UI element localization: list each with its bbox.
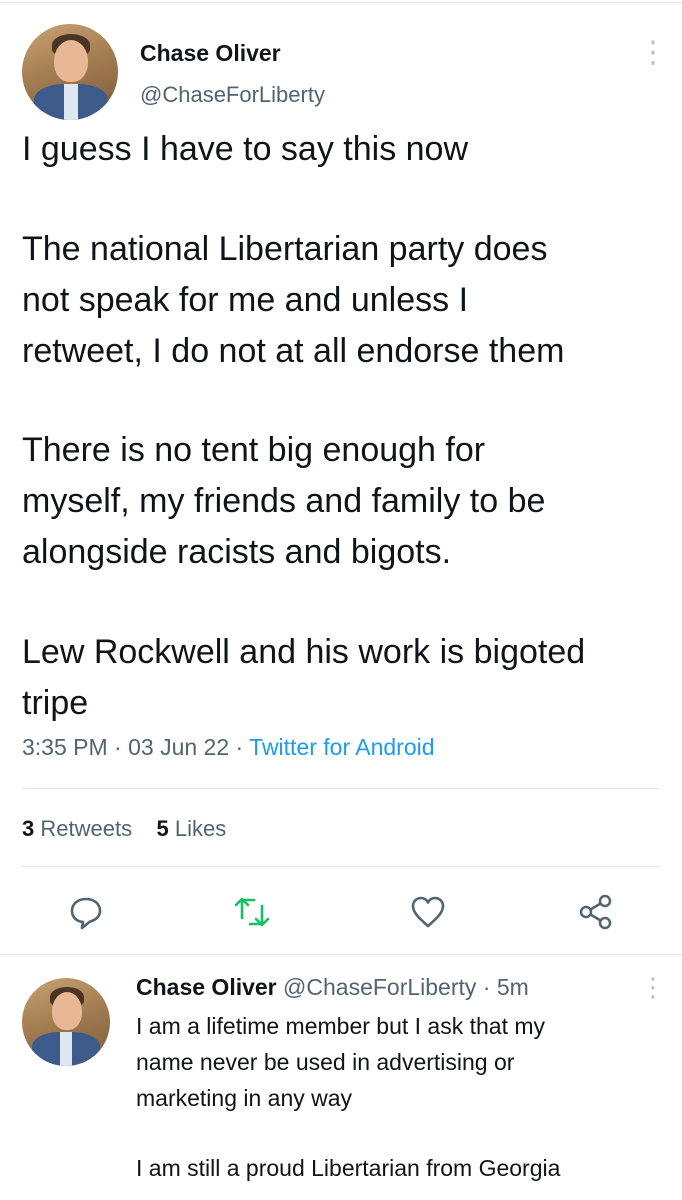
reply-more-options-icon[interactable]: ⋮ bbox=[640, 974, 666, 1000]
divider bbox=[22, 788, 660, 789]
likes-count: 5 bbox=[156, 816, 169, 841]
reply-author-handle[interactable]: @ChaseForLiberty bbox=[283, 974, 476, 1000]
like-icon bbox=[411, 896, 445, 928]
avatar[interactable] bbox=[22, 24, 118, 120]
meta-separator: · bbox=[114, 734, 129, 760]
divider bbox=[22, 866, 660, 867]
author-name[interactable]: Chase Oliver bbox=[140, 40, 281, 67]
reply-header: Chase Oliver @ChaseForLiberty · 5m bbox=[136, 974, 529, 1001]
tweet-stats: 3 Retweets 5 Likes bbox=[22, 816, 226, 842]
likes-label: Likes bbox=[174, 816, 227, 841]
tweet-text-line: retweet, I do not at all endorse them bbox=[22, 332, 565, 370]
reply-text-line: I am a lifetime member but I ask that my bbox=[136, 1013, 546, 1039]
author-handle[interactable]: @ChaseForLiberty bbox=[140, 82, 325, 108]
tweet-text-line: The national Libertarian party does bbox=[22, 230, 548, 268]
like-button[interactable] bbox=[408, 892, 448, 932]
tweet-text-line: There is no tent big enough for bbox=[22, 431, 486, 469]
reply-text-line: marketing in any way bbox=[136, 1085, 353, 1111]
top-divider bbox=[0, 2, 682, 3]
tweet-time[interactable]: 3:35 PM bbox=[22, 734, 108, 760]
reply-button[interactable] bbox=[66, 892, 106, 932]
retweet-button[interactable] bbox=[232, 892, 272, 932]
tweet-meta: 3:35 PM · 03 Jun 22 · Twitter for Androi… bbox=[22, 734, 435, 761]
tweet-text-line: myself, my friends and family to be bbox=[22, 482, 546, 520]
tweet-text-line: not speak for me and unless I bbox=[22, 281, 469, 319]
retweets-count: 3 bbox=[22, 816, 35, 841]
reply-author-name[interactable]: Chase Oliver bbox=[136, 974, 277, 1000]
more-options-icon[interactable]: ⋮ bbox=[638, 38, 668, 68]
retweet-icon bbox=[234, 897, 270, 927]
meta-separator: · bbox=[482, 974, 491, 1000]
likes-stat[interactable]: 5 Likes bbox=[157, 816, 227, 841]
tweet-separator bbox=[0, 954, 682, 955]
reply-icon bbox=[70, 897, 102, 930]
tweet-source[interactable]: Twitter for Android bbox=[249, 734, 434, 760]
share-button[interactable] bbox=[576, 892, 616, 932]
meta-separator: · bbox=[235, 734, 250, 760]
reply-text-line: I am still a proud Libertarian from Geor… bbox=[136, 1155, 561, 1181]
tweet-text-line: Lew Rockwell and his work is bigoted bbox=[22, 633, 586, 671]
reply-age[interactable]: 5m bbox=[497, 974, 529, 1000]
reply-avatar[interactable] bbox=[22, 978, 110, 1066]
tweet-text-line: tripe bbox=[22, 684, 89, 722]
tweet-text-line: I guess I have to say this now bbox=[22, 130, 469, 168]
tweet-text-line: alongside racists and bigots. bbox=[22, 533, 452, 571]
tweet-date[interactable]: 03 Jun 22 bbox=[128, 734, 229, 760]
retweets-stat[interactable]: 3 Retweets bbox=[22, 816, 132, 841]
reply-text-line: name never be used in advertising or bbox=[136, 1049, 515, 1075]
retweets-label: Retweets bbox=[40, 816, 133, 841]
share-icon bbox=[579, 894, 612, 930]
